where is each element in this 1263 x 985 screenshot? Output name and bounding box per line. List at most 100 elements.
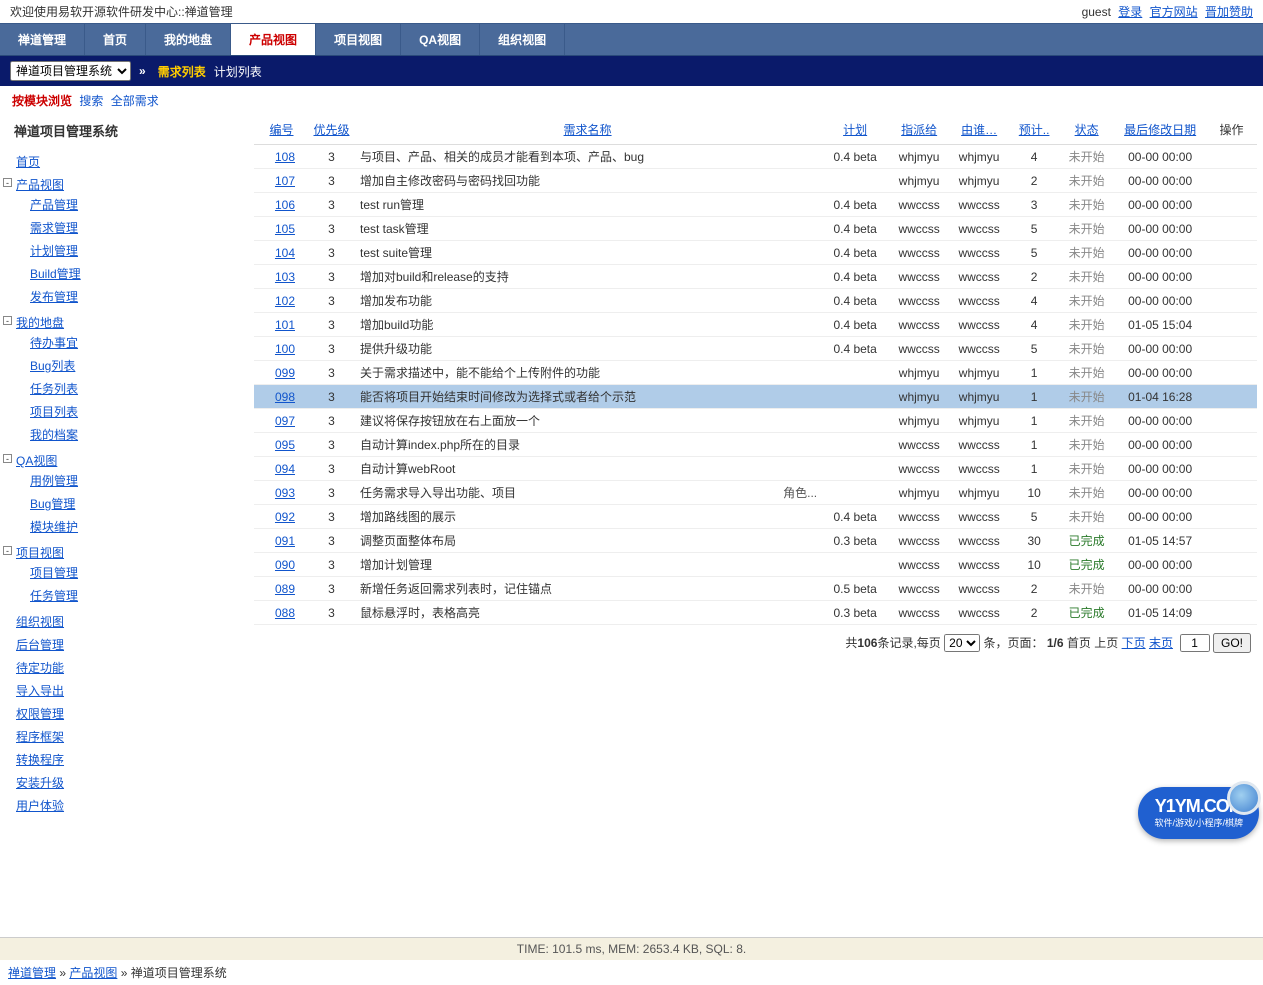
tree-toggle[interactable]: - <box>3 178 12 187</box>
story-id-link[interactable]: 088 <box>275 606 295 620</box>
story-id-link[interactable]: 100 <box>275 342 295 356</box>
tree-node[interactable]: 权限管理 <box>16 707 64 721</box>
story-id-link[interactable]: 108 <box>275 150 295 164</box>
tree-node[interactable]: 安装升级 <box>16 776 64 790</box>
table-row[interactable]: 0973建议将保存按钮放在右上面放一个whjmyuwhjmyu1未开始00-00… <box>254 409 1257 433</box>
tree-leaf[interactable]: 项目管理 <box>30 566 78 580</box>
col-sort[interactable]: 最后修改日期 <box>1124 123 1196 137</box>
table-row[interactable]: 1013增加build功能0.4 betawwccsswwccss4未开始01-… <box>254 313 1257 337</box>
breadcrumb-link[interactable]: 禅道管理 <box>8 966 56 980</box>
table-row[interactable]: 0913调整页面整体布局0.3 betawwccsswwccss30已完成01-… <box>254 529 1257 553</box>
nav-tab-0[interactable]: 禅道管理 <box>0 24 85 55</box>
subtab-0[interactable]: 需求列表 <box>154 63 210 81</box>
story-id-link[interactable]: 095 <box>275 438 295 452</box>
product-select[interactable]: 禅道项目管理系统 <box>10 61 131 81</box>
tree-leaf[interactable]: 项目列表 <box>30 405 78 419</box>
table-row[interactable]: 0953自动计算index.php所在的目录wwccsswwccss1未开始00… <box>254 433 1257 457</box>
last-page[interactable]: 末页 <box>1149 636 1173 650</box>
story-id-link[interactable]: 093 <box>275 486 295 500</box>
story-id-link[interactable]: 099 <box>275 366 295 380</box>
nav-tab-4[interactable]: 项目视图 <box>316 24 401 55</box>
table-row[interactable]: 1063test run管理0.4 betawwccsswwccss3未开始00… <box>254 193 1257 217</box>
col-sort[interactable]: 编号 <box>269 123 293 137</box>
tree-node[interactable]: 产品视图 <box>16 178 64 192</box>
story-id-link[interactable]: 098 <box>275 390 295 404</box>
tree-leaf[interactable]: 模块维护 <box>30 520 78 534</box>
story-id-link[interactable]: 091 <box>275 534 295 548</box>
tree-node[interactable]: 项目视图 <box>16 546 64 560</box>
story-id-link[interactable]: 101 <box>275 318 295 332</box>
table-row[interactable]: 1033增加对build和release的支持0.4 betawwccsswwc… <box>254 265 1257 289</box>
story-id-link[interactable]: 097 <box>275 414 295 428</box>
table-row[interactable]: 1073增加自主修改密码与密码找回功能whjmyuwhjmyu2未开始00-00… <box>254 169 1257 193</box>
table-row[interactable]: 0893新增任务返回需求列表时，记住锚点0.5 betawwccsswwccss… <box>254 577 1257 601</box>
tree-node[interactable]: 用户体验 <box>16 799 64 813</box>
col-sort[interactable]: 状态 <box>1075 123 1099 137</box>
story-id-link[interactable]: 107 <box>275 174 295 188</box>
table-row[interactable]: 0943自动计算webRootwwccsswwccss1未开始00-00 00:… <box>254 457 1257 481</box>
tree-leaf[interactable]: 我的档案 <box>30 428 78 442</box>
tree-leaf[interactable]: Bug管理 <box>30 497 75 511</box>
nav-tab-2[interactable]: 我的地盘 <box>146 24 231 55</box>
tree-node[interactable]: 后台管理 <box>16 638 64 652</box>
story-id-link[interactable]: 106 <box>275 198 295 212</box>
table-row[interactable]: 0993关于需求描述中，能不能给个上传附件的功能whjmyuwhjmyu1未开始… <box>254 361 1257 385</box>
tree-leaf[interactable]: 发布管理 <box>30 290 78 304</box>
col-sort[interactable]: 计划 <box>843 123 867 137</box>
story-id-link[interactable]: 105 <box>275 222 295 236</box>
tree-leaf[interactable]: 用例管理 <box>30 474 78 488</box>
tree-leaf[interactable]: Bug列表 <box>30 359 75 373</box>
tree-toggle[interactable]: - <box>3 546 12 555</box>
table-row[interactable]: 0983能否将项目开始结束时间修改为选择式或者给个示范whjmyuwhjmyu1… <box>254 385 1257 409</box>
tree-toggle[interactable]: - <box>3 316 12 325</box>
by-module-tab[interactable]: 按模块浏览 <box>12 94 72 108</box>
tree-node[interactable]: 我的地盘 <box>16 316 64 330</box>
login-link[interactable]: 登录 <box>1118 5 1142 19</box>
tree-leaf[interactable]: 需求管理 <box>30 221 78 235</box>
col-sort[interactable]: 需求名称 <box>564 123 612 137</box>
tree-node[interactable]: 待定功能 <box>16 661 64 675</box>
nav-tab-3[interactable]: 产品视图 <box>231 24 316 55</box>
tree-toggle[interactable]: - <box>3 454 12 463</box>
tree-leaf[interactable]: Build管理 <box>30 267 81 281</box>
story-id-link[interactable]: 094 <box>275 462 295 476</box>
next-page[interactable]: 下页 <box>1122 636 1146 650</box>
table-row[interactable]: 1083与项目、产品、相关的成员才能看到本项、产品、bug0.4 betawhj… <box>254 145 1257 169</box>
tree-node[interactable]: 组织视图 <box>16 615 64 629</box>
tree-leaf[interactable]: 产品管理 <box>30 198 78 212</box>
table-row[interactable]: 1023增加发布功能0.4 betawwccsswwccss4未开始00-00 … <box>254 289 1257 313</box>
nav-tab-5[interactable]: QA视图 <box>401 24 480 55</box>
story-id-link[interactable]: 090 <box>275 558 295 572</box>
tree-node[interactable]: 导入导出 <box>16 684 64 698</box>
table-row[interactable]: 0923增加路线图的展示0.4 betawwccsswwccss5未开始00-0… <box>254 505 1257 529</box>
story-id-link[interactable]: 102 <box>275 294 295 308</box>
donate-link[interactable]: 晋加赞助 <box>1205 5 1253 19</box>
all-stories-tab[interactable]: 全部需求 <box>111 94 159 108</box>
tree-leaf[interactable]: 任务列表 <box>30 382 78 396</box>
table-row[interactable]: 1003提供升级功能0.4 betawwccsswwccss5未开始00-00 … <box>254 337 1257 361</box>
per-page-select[interactable]: 20 <box>944 634 980 652</box>
story-id-link[interactable]: 092 <box>275 510 295 524</box>
nav-tab-1[interactable]: 首页 <box>85 24 146 55</box>
col-sort[interactable]: 指派给 <box>901 123 937 137</box>
tree-node[interactable]: 首页 <box>16 155 40 169</box>
tree-node[interactable]: QA视图 <box>16 454 57 468</box>
tree-leaf[interactable]: 任务管理 <box>30 589 78 603</box>
tree-leaf[interactable]: 待办事宜 <box>30 336 78 350</box>
go-button[interactable]: GO! <box>1213 633 1251 653</box>
nav-tab-6[interactable]: 组织视图 <box>480 24 565 55</box>
goto-page-input[interactable] <box>1180 634 1210 652</box>
subtab-1[interactable]: 计划列表 <box>210 63 266 81</box>
table-row[interactable]: 1043test suite管理0.4 betawwccsswwccss5未开始… <box>254 241 1257 265</box>
story-id-link[interactable]: 104 <box>275 246 295 260</box>
col-sort[interactable]: 由谁… <box>961 123 997 137</box>
tree-leaf[interactable]: 计划管理 <box>30 244 78 258</box>
tree-node[interactable]: 程序框架 <box>16 730 64 744</box>
tree-node[interactable]: 转换程序 <box>16 753 64 767</box>
breadcrumb-link[interactable]: 产品视图 <box>69 966 117 980</box>
search-tab[interactable]: 搜索 <box>79 94 103 108</box>
official-link[interactable]: 官方网站 <box>1150 5 1198 19</box>
table-row[interactable]: 0883鼠标悬浮时，表格高亮0.3 betawwccsswwccss2已完成01… <box>254 601 1257 625</box>
table-row[interactable]: 0933任务需求导入导出功能、项目 角色...whjmyuwhjmyu10未开始… <box>254 481 1257 505</box>
col-sort[interactable]: 优先级 <box>313 123 349 137</box>
